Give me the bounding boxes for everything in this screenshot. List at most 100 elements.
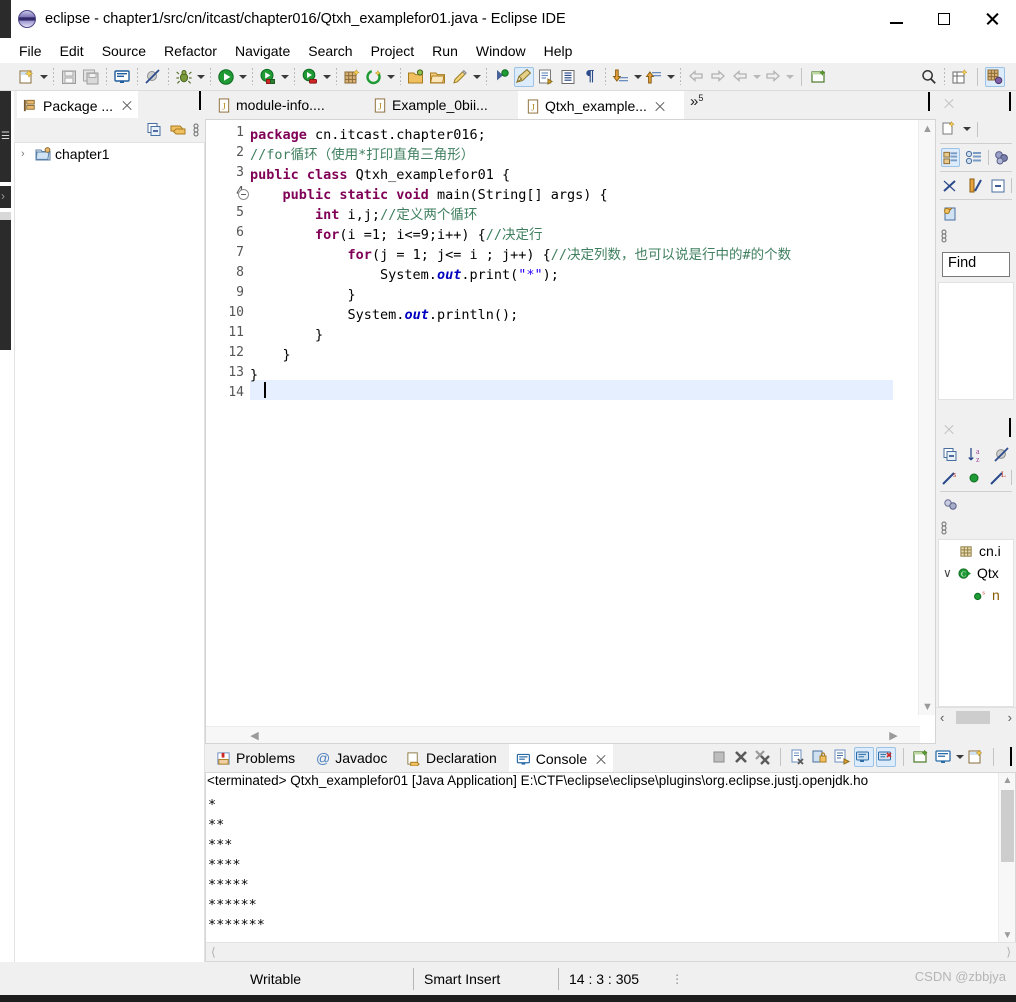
focus-icon[interactable] [941,496,961,515]
restore-view-chevron-icon[interactable]: › [1,189,5,203]
tab-problems[interactable]: Problems [209,744,302,772]
collapse-all-icon[interactable] [146,121,164,139]
sort-alpha-icon[interactable]: az [966,445,986,464]
forward-icon[interactable] [708,67,728,87]
scroll-right-icon[interactable]: ⟩ [1006,945,1011,959]
java-perspective-icon[interactable] [985,66,1005,87]
open-type-dropdown-arrow[interactable] [385,67,396,87]
scroll-up-icon[interactable]: ▲ [999,773,1016,788]
tab-declaration[interactable]: Declaration [399,744,504,772]
maximize-view-button[interactable] [1009,92,1011,111]
scroll-left-icon[interactable]: ◀ [246,727,263,744]
open-type-icon[interactable] [364,67,384,87]
open-console-icon[interactable] [933,747,953,767]
close-icon[interactable] [121,100,132,111]
back-icon[interactable] [686,67,706,87]
menu-search[interactable]: Search [299,40,361,62]
pencil-annotate-icon[interactable] [450,67,470,87]
back-history-dropdown-arrow[interactable] [751,67,762,87]
editor-tab-qtxh-examplefor01[interactable]: J Qtxh_example... [518,91,684,119]
remove-selected-match-icon[interactable] [941,176,960,195]
close-icon[interactable] [595,754,606,765]
new-package-icon[interactable] [342,67,362,87]
terminate-icon[interactable] [709,747,729,767]
minimized-view-icon[interactable]: ☰ [0,131,11,151]
debug-dropdown-arrow[interactable] [195,67,206,87]
scrollbar-thumb[interactable] [1001,790,1014,862]
tab-console[interactable]: Console [509,744,613,772]
editor-horizontal-scrollbar[interactable]: ◀ ▶ [206,726,920,743]
search-icon[interactable] [919,67,939,87]
editor-tab-overflow-button[interactable]: » 5 [687,93,706,117]
show-console-on-output-icon[interactable] [832,747,852,767]
view-menu-icon[interactable] [940,227,948,245]
outline-item-method[interactable]: s n [939,584,1013,606]
scroll-down-icon[interactable]: ▼ [999,928,1016,943]
remove-all-launches-icon[interactable] [753,747,773,767]
scroll-down-icon[interactable]: ▼ [919,698,936,715]
menu-project[interactable]: Project [362,40,424,62]
show-whitespace-icon[interactable] [536,67,556,87]
outline-item-class[interactable]: ∨ C Qtx [939,562,1013,584]
maximize-console-button[interactable] [1010,746,1012,766]
run-last-tool-icon[interactable] [258,67,278,87]
link-with-editor-icon[interactable] [558,67,578,87]
expand-chevron-icon[interactable]: › [21,148,35,160]
console-output-area[interactable]: <terminated> Qtxh_examplefor01 [Java App… [205,772,1016,962]
display-selected-console-icon[interactable] [876,747,896,767]
editor-tab-example-0bii[interactable]: J Example_0bii... [365,91,496,119]
new-editor-icon[interactable] [966,747,986,767]
view-menu-icon[interactable] [192,121,200,139]
group-by-icon[interactable] [992,148,1011,167]
external-tools-dropdown-arrow[interactable] [321,67,332,87]
close-icon[interactable] [654,101,665,112]
run-last-dropdown-arrow[interactable] [279,67,290,87]
close-button[interactable] [968,0,1016,38]
remove-launch-icon[interactable] [731,747,751,767]
remove-all-matches-icon[interactable] [965,176,984,195]
editor-tab-module-info[interactable]: J module-info.... [209,91,333,119]
menu-help[interactable]: Help [535,40,582,62]
scroll-right-icon[interactable]: › [1008,710,1012,725]
menu-edit[interactable]: Edit [51,40,93,62]
collapse-chevron-icon[interactable]: ∨ [943,566,957,580]
open-task-icon[interactable] [406,67,426,87]
open-perspective-icon[interactable] [950,67,970,87]
pilcrow-icon[interactable]: ¶ [580,67,600,87]
show-as-tree-icon[interactable] [941,148,960,167]
outline-item-package[interactable]: cn.i [939,540,1013,562]
editor-vertical-scrollbar[interactable]: ▲ ▼ [918,120,935,715]
new-wizard-dropdown-arrow[interactable] [38,67,49,87]
tree-item-chapter1[interactable]: › chapter1 [15,143,204,165]
tab-javadoc[interactable]: @ Javadoc [309,744,394,772]
code-editor[interactable]: 1234567891011121314 package cn.itcast.ch… [205,119,936,744]
menu-source[interactable]: Source [93,40,155,62]
outline-horizontal-scrollbar[interactable]: ‹ › [936,707,1016,726]
maximize-button[interactable] [920,0,968,38]
menu-navigate[interactable]: Navigate [226,40,299,62]
new-console-view-icon[interactable] [911,747,931,767]
hide-non-public-icon[interactable] [965,468,984,487]
collapse-all-icon[interactable] [941,445,961,464]
scroll-left-icon[interactable]: ⟨ [211,945,216,959]
pin-console-icon[interactable] [854,747,874,767]
save-all-icon[interactable] [81,67,101,87]
console-vertical-scrollbar[interactable]: ▲ ▼ [998,773,1015,943]
previous-edit-dropdown-arrow[interactable] [665,67,676,87]
maximize-view-button[interactable] [1009,418,1011,437]
toggle-mark-occurrences-icon[interactable] [514,66,534,87]
maximize-editor-button[interactable] [928,92,930,111]
new-java-console-icon[interactable] [112,67,132,87]
package-explorer-tree[interactable]: › chapter1 [14,142,205,962]
fold-collapse-icon[interactable] [238,189,249,200]
menu-file[interactable]: File [10,40,51,62]
lock-scroll-icon[interactable] [810,747,830,767]
menu-refactor[interactable]: Refactor [155,40,226,62]
status-bar-menu-icon[interactable]: ⋮ [671,972,683,986]
find-input[interactable]: Find [942,252,1010,277]
menu-window[interactable]: Window [467,40,535,62]
new-search-icon[interactable] [940,120,958,138]
editor-code-text[interactable]: package cn.itcast.chapter016; //for循环（使用*… [250,120,893,715]
previous-annotation-icon[interactable] [492,67,512,87]
minimize-button[interactable] [872,0,920,38]
